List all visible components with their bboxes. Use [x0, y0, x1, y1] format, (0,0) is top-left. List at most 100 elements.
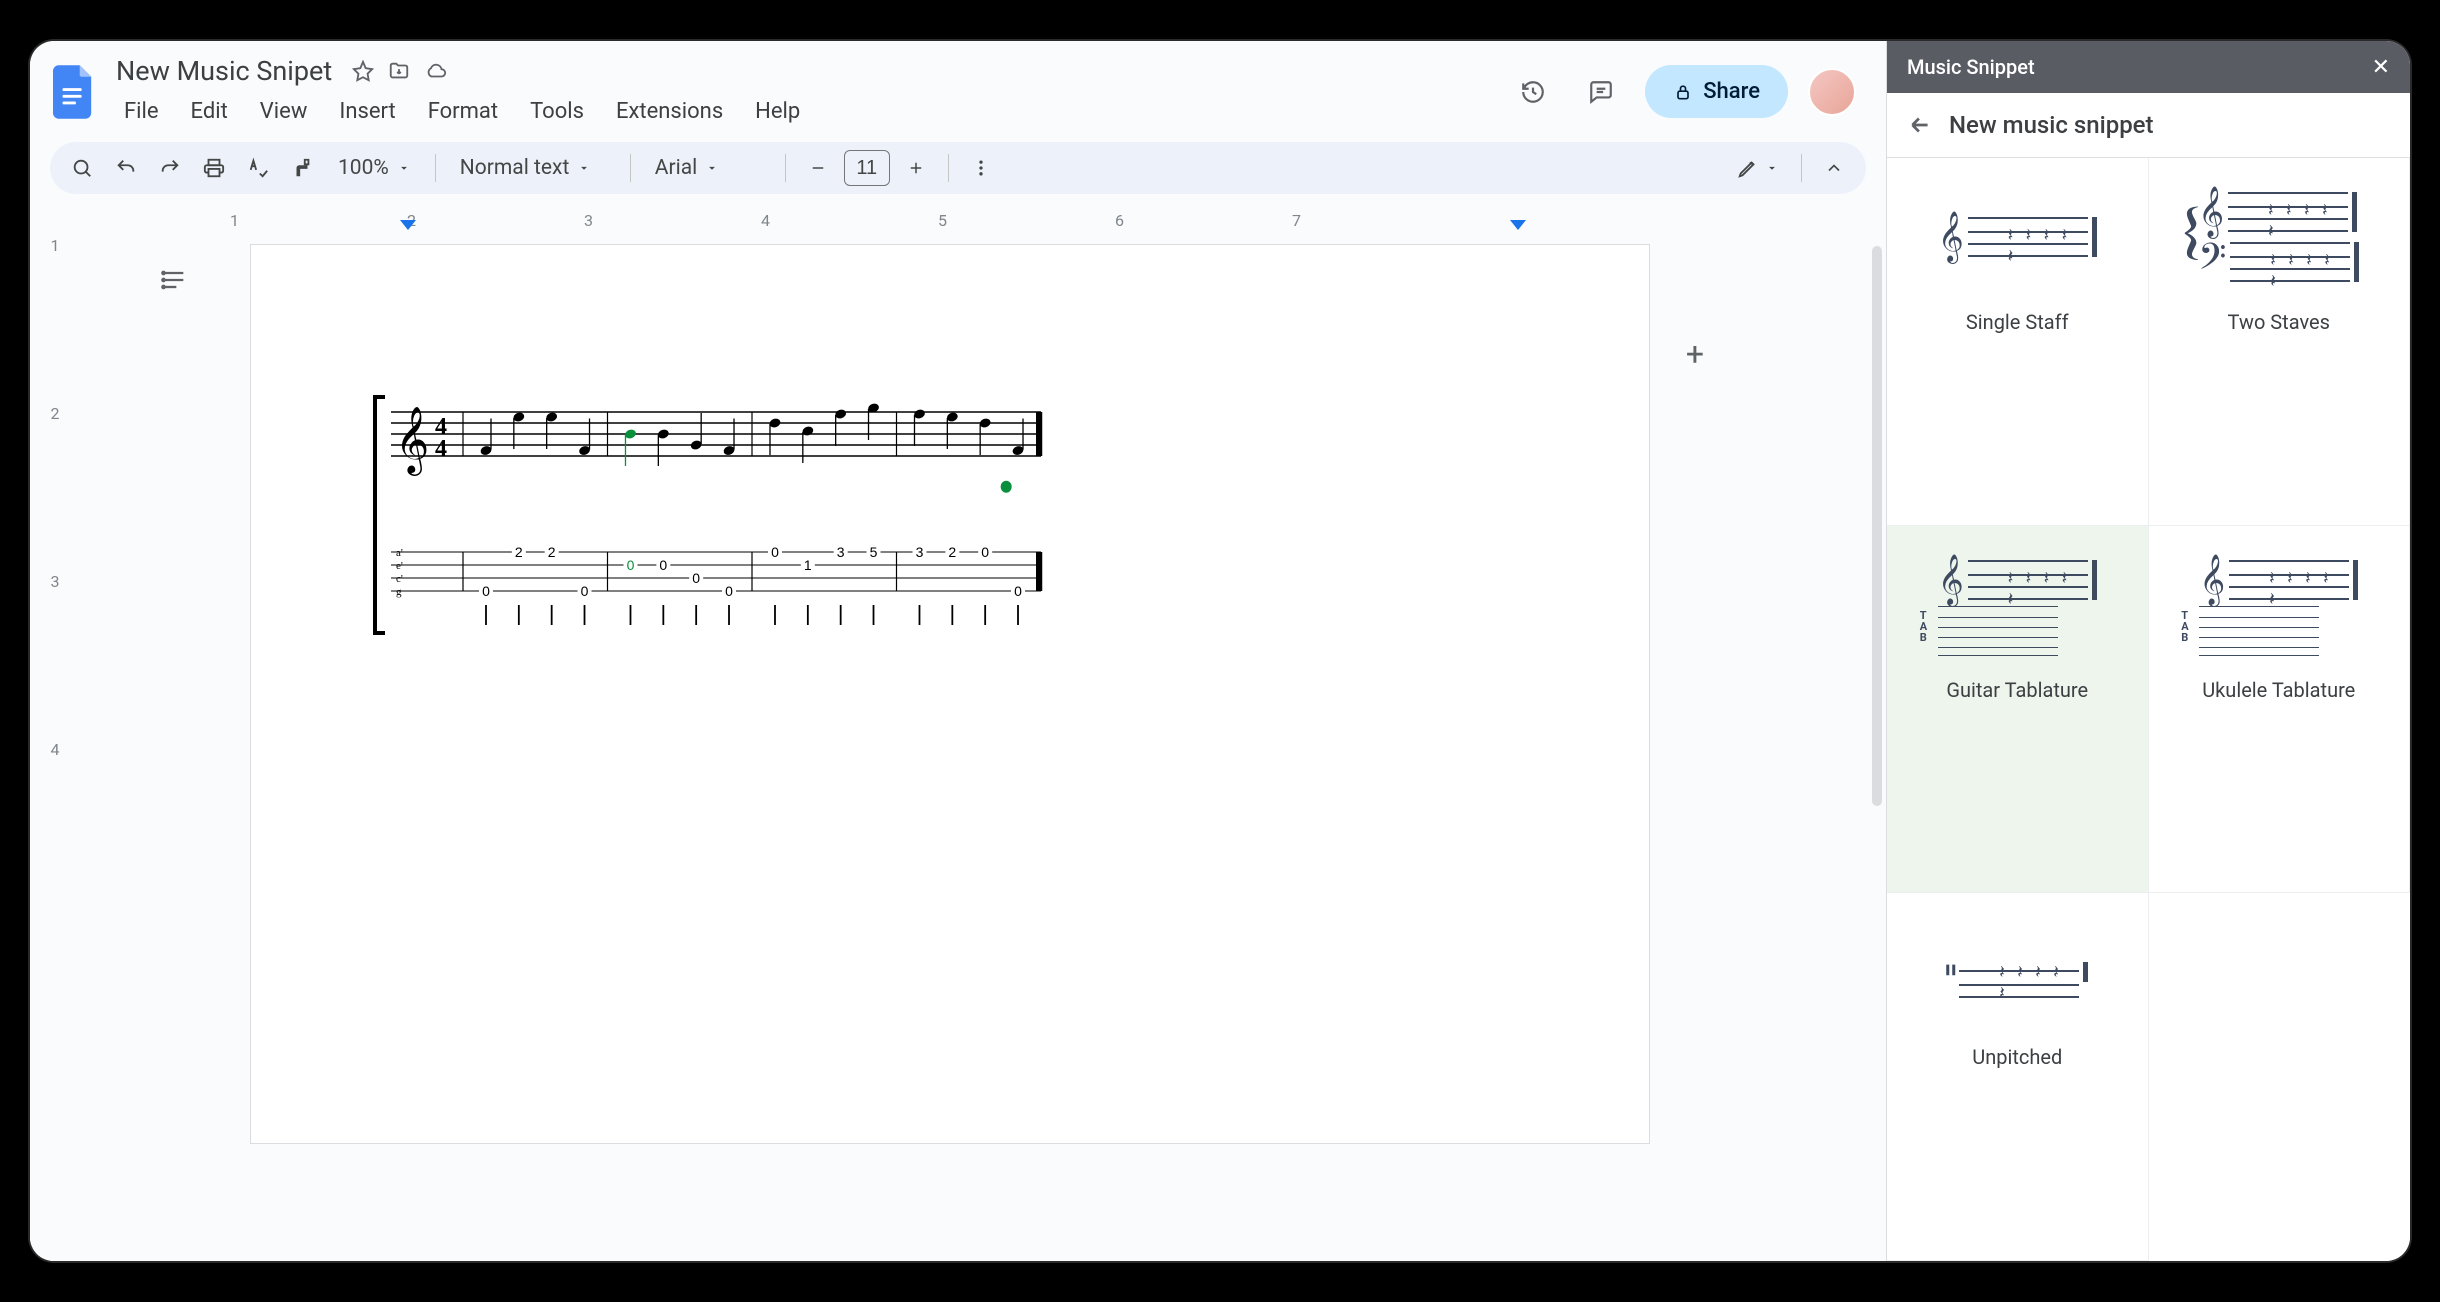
fontsize-decrease-icon[interactable]: [798, 148, 838, 188]
menu-extensions[interactable]: Extensions: [602, 93, 737, 130]
back-arrow-icon[interactable]: [1907, 112, 1933, 138]
svg-text:0: 0: [771, 544, 779, 560]
template-grid: 𝄞𝄽 𝄽 𝄽 𝄽 𝄽 Single Staff 𝄔𝄞𝄽 𝄽 𝄽 𝄽 𝄽𝄢𝄽 𝄽 𝄽 …: [1887, 158, 2410, 1261]
add-comment-icon[interactable]: +: [1671, 330, 1719, 378]
svg-text:0: 0: [1014, 583, 1022, 599]
paint-format-icon[interactable]: [282, 148, 322, 188]
toolbar: 100% Normal text Arial: [50, 142, 1866, 194]
document-page[interactable]: 𝄞44a'e'c'g0220000001353200 +: [250, 244, 1650, 1144]
editing-mode-select[interactable]: [1727, 148, 1789, 188]
template-single[interactable]: 𝄞𝄽 𝄽 𝄽 𝄽 𝄽 Single Staff: [1887, 158, 2149, 526]
sidebar: Music Snippet ✕ New music snippet 𝄞𝄽 𝄽 𝄽…: [1886, 41, 2410, 1261]
svg-text:1: 1: [804, 557, 812, 573]
svg-text:3: 3: [837, 544, 845, 560]
zoom-value: 100%: [338, 156, 389, 180]
svg-text:3: 3: [916, 544, 924, 560]
separator: [948, 154, 949, 182]
template-label: Ukulele Tablature: [2202, 678, 2355, 702]
menu-insert[interactable]: Insert: [325, 93, 409, 130]
style-select[interactable]: Normal text: [448, 148, 618, 188]
comments-icon[interactable]: [1577, 68, 1625, 116]
svg-text:a': a': [396, 547, 403, 559]
avatar[interactable]: [1808, 68, 1856, 116]
h-tick: 3: [584, 211, 593, 230]
more-toolbar-icon[interactable]: [961, 148, 1001, 188]
v-tick: 1: [51, 236, 60, 404]
menu-file[interactable]: File: [110, 93, 173, 130]
share-label: Share: [1703, 79, 1760, 104]
separator: [630, 154, 631, 182]
collapse-toolbar-icon[interactable]: [1814, 148, 1854, 188]
separator: [785, 154, 786, 182]
template-label: Unpitched: [1972, 1045, 2062, 1069]
h-tick: 1: [230, 211, 239, 230]
svg-text:0: 0: [981, 544, 989, 560]
fontsize-input[interactable]: [844, 150, 890, 186]
svg-text:2: 2: [948, 544, 956, 560]
svg-text:𝄞: 𝄞: [395, 407, 429, 476]
template-preview: 𝄥𝄽 𝄽 𝄽 𝄽 𝄽: [1927, 917, 2107, 1027]
docs-logo[interactable]: [50, 62, 98, 122]
template-two[interactable]: 𝄔𝄞𝄽 𝄽 𝄽 𝄽 𝄽𝄢𝄽 𝄽 𝄽 𝄽 𝄽Two Staves: [2149, 158, 2411, 526]
svg-text:e': e': [396, 560, 403, 572]
move-folder-icon[interactable]: [388, 60, 410, 82]
scrollbar-thumb[interactable]: [1872, 246, 1882, 806]
vertical-ruler: 1 2 3 4: [30, 206, 80, 1261]
redo-icon[interactable]: [150, 148, 190, 188]
v-tick: 2: [51, 404, 60, 572]
sidebar-header-title: Music Snippet: [1907, 55, 2035, 79]
svg-text:g: g: [396, 586, 402, 598]
sidebar-subtitle: New music snippet: [1949, 111, 2154, 139]
svg-text:c': c': [396, 573, 403, 585]
horizontal-ruler: 1 2 3 4 5 6 7: [80, 206, 1886, 234]
document-outline-icon[interactable]: [160, 266, 188, 294]
template-label: Guitar Tablature: [1946, 678, 2088, 702]
separator: [435, 154, 436, 182]
zoom-select[interactable]: 100%: [326, 148, 423, 188]
indent-marker-left[interactable]: [400, 220, 416, 230]
svg-text:0: 0: [659, 557, 667, 573]
svg-text:0: 0: [725, 583, 733, 599]
indent-marker-right[interactable]: [1510, 220, 1526, 230]
cloud-status-icon[interactable]: [424, 60, 448, 82]
font-select[interactable]: Arial: [643, 148, 773, 188]
undo-icon[interactable]: [106, 148, 146, 188]
music-snippet[interactable]: 𝄞44a'e'c'g0220000001353200: [361, 390, 1051, 660]
svg-text:2: 2: [515, 544, 523, 560]
print-icon[interactable]: [194, 148, 234, 188]
document-title[interactable]: New Music Snipet: [110, 53, 338, 89]
template-preview: 𝄞𝄽 𝄽 𝄽 𝄽 𝄽: [1927, 182, 2107, 292]
template-unpitched[interactable]: 𝄥𝄽 𝄽 𝄽 𝄽 𝄽 Unpitched: [1887, 893, 2149, 1261]
h-tick: 6: [1115, 211, 1124, 230]
menu-view[interactable]: View: [246, 93, 322, 130]
svg-text:0: 0: [482, 583, 490, 599]
separator: [1801, 154, 1802, 182]
fontsize-increase-icon[interactable]: [896, 148, 936, 188]
menu-format[interactable]: Format: [414, 93, 512, 130]
svg-text:0: 0: [692, 570, 700, 586]
sidebar-header: Music Snippet ✕: [1887, 41, 2410, 93]
svg-text:0: 0: [581, 583, 589, 599]
template-label: Single Staff: [1966, 310, 2069, 334]
h-tick: 4: [761, 211, 770, 230]
h-tick: 5: [938, 211, 947, 230]
svg-text:0: 0: [627, 557, 635, 573]
search-icon[interactable]: [62, 148, 102, 188]
menu-help[interactable]: Help: [741, 93, 814, 130]
share-button[interactable]: Share: [1645, 65, 1788, 118]
v-tick: 4: [51, 740, 60, 908]
history-icon[interactable]: [1509, 68, 1557, 116]
h-tick: 7: [1292, 211, 1301, 230]
v-tick: 3: [51, 572, 60, 740]
template-utab[interactable]: 𝄞𝄽 𝄽 𝄽 𝄽 𝄽TABUkulele Tablature: [2149, 526, 2411, 894]
menu-edit[interactable]: Edit: [177, 93, 242, 130]
style-value: Normal text: [460, 156, 570, 180]
close-icon[interactable]: ✕: [2372, 55, 2390, 80]
spellcheck-icon[interactable]: [238, 148, 278, 188]
menu-tools[interactable]: Tools: [516, 93, 598, 130]
template-label: Two Staves: [2228, 310, 2330, 334]
template-gtab[interactable]: 𝄞𝄽 𝄽 𝄽 𝄽 𝄽TAB Guitar Tablature: [1887, 526, 2149, 894]
menubar: File Edit View Insert Format Tools Exten…: [110, 89, 1497, 130]
star-icon[interactable]: [352, 60, 374, 82]
template-preview: 𝄞𝄽 𝄽 𝄽 𝄽 𝄽TAB: [1927, 550, 2107, 660]
